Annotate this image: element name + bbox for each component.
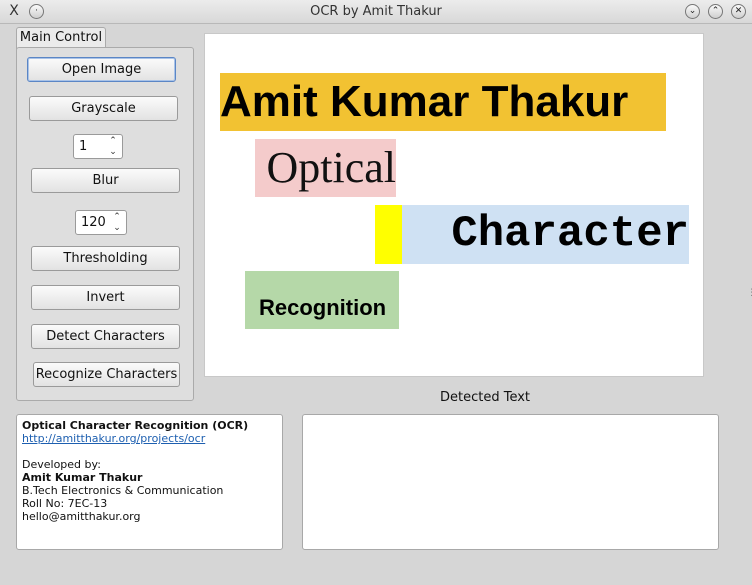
minimize-button[interactable]: ⌄ — [685, 4, 700, 19]
invert-button[interactable]: Invert — [31, 285, 180, 310]
maximize-button[interactable]: ⌃ — [708, 4, 723, 19]
detected-text-label: Detected Text — [439, 390, 531, 405]
developer-roll: Roll No: 7EC-13 — [22, 497, 108, 510]
image-yellow-block — [375, 205, 403, 264]
tab-main-control[interactable]: Main Control — [16, 27, 106, 49]
spin-up-icon[interactable]: ⌃ — [107, 136, 119, 146]
window-title: OCR by Amit Thakur — [310, 4, 442, 19]
blur-spinbox-value: 1 — [79, 139, 88, 154]
resize-grip-icon[interactable]: ⋮ — [747, 288, 752, 298]
project-link[interactable]: http://amitthakur.org/projects/ocr — [22, 432, 205, 445]
open-image-button[interactable]: Open Image — [27, 57, 176, 82]
image-word-amit-kumar-thakur: Amit Kumar Thakur — [220, 73, 666, 131]
developer-degree: B.Tech Electronics & Communication — [22, 484, 224, 497]
title-bar: X · OCR by Amit Thakur ⌄ ⌃ ✕ — [0, 0, 752, 24]
about-info-box: Optical Character Recognition (OCR) http… — [16, 414, 283, 550]
developer-email: hello@amitthakur.org — [22, 510, 141, 523]
close-button[interactable]: ✕ — [731, 4, 746, 19]
threshold-spinbox[interactable]: 120 ⌃ ⌄ — [75, 210, 127, 235]
blur-spinbox[interactable]: 1 ⌃ ⌄ — [73, 134, 123, 159]
image-preview: Amit Kumar Thakur Optical Character Reco… — [204, 33, 704, 377]
threshold-spinbox-value: 120 — [81, 215, 106, 230]
spin-up-icon[interactable]: ⌃ — [111, 212, 123, 222]
spin-down-icon[interactable]: ⌄ — [107, 147, 119, 157]
detect-characters-button[interactable]: Detect Characters — [31, 324, 180, 349]
image-word-recognition: Recognition — [245, 271, 399, 329]
image-word-character: Character — [402, 205, 689, 264]
blur-button[interactable]: Blur — [31, 168, 180, 193]
image-word-optical: Optical — [255, 139, 396, 197]
developer-name: Amit Kumar Thakur — [22, 471, 143, 484]
developed-by-label: Developed by: — [22, 458, 101, 471]
detected-text-area[interactable] — [302, 414, 719, 550]
thresholding-button[interactable]: Thresholding — [31, 246, 180, 271]
info-title: Optical Character Recognition (OCR) — [22, 419, 249, 432]
spin-down-icon[interactable]: ⌄ — [111, 223, 123, 233]
grayscale-button[interactable]: Grayscale — [29, 96, 178, 121]
recognize-characters-button[interactable]: Recognize Characters — [33, 362, 180, 387]
